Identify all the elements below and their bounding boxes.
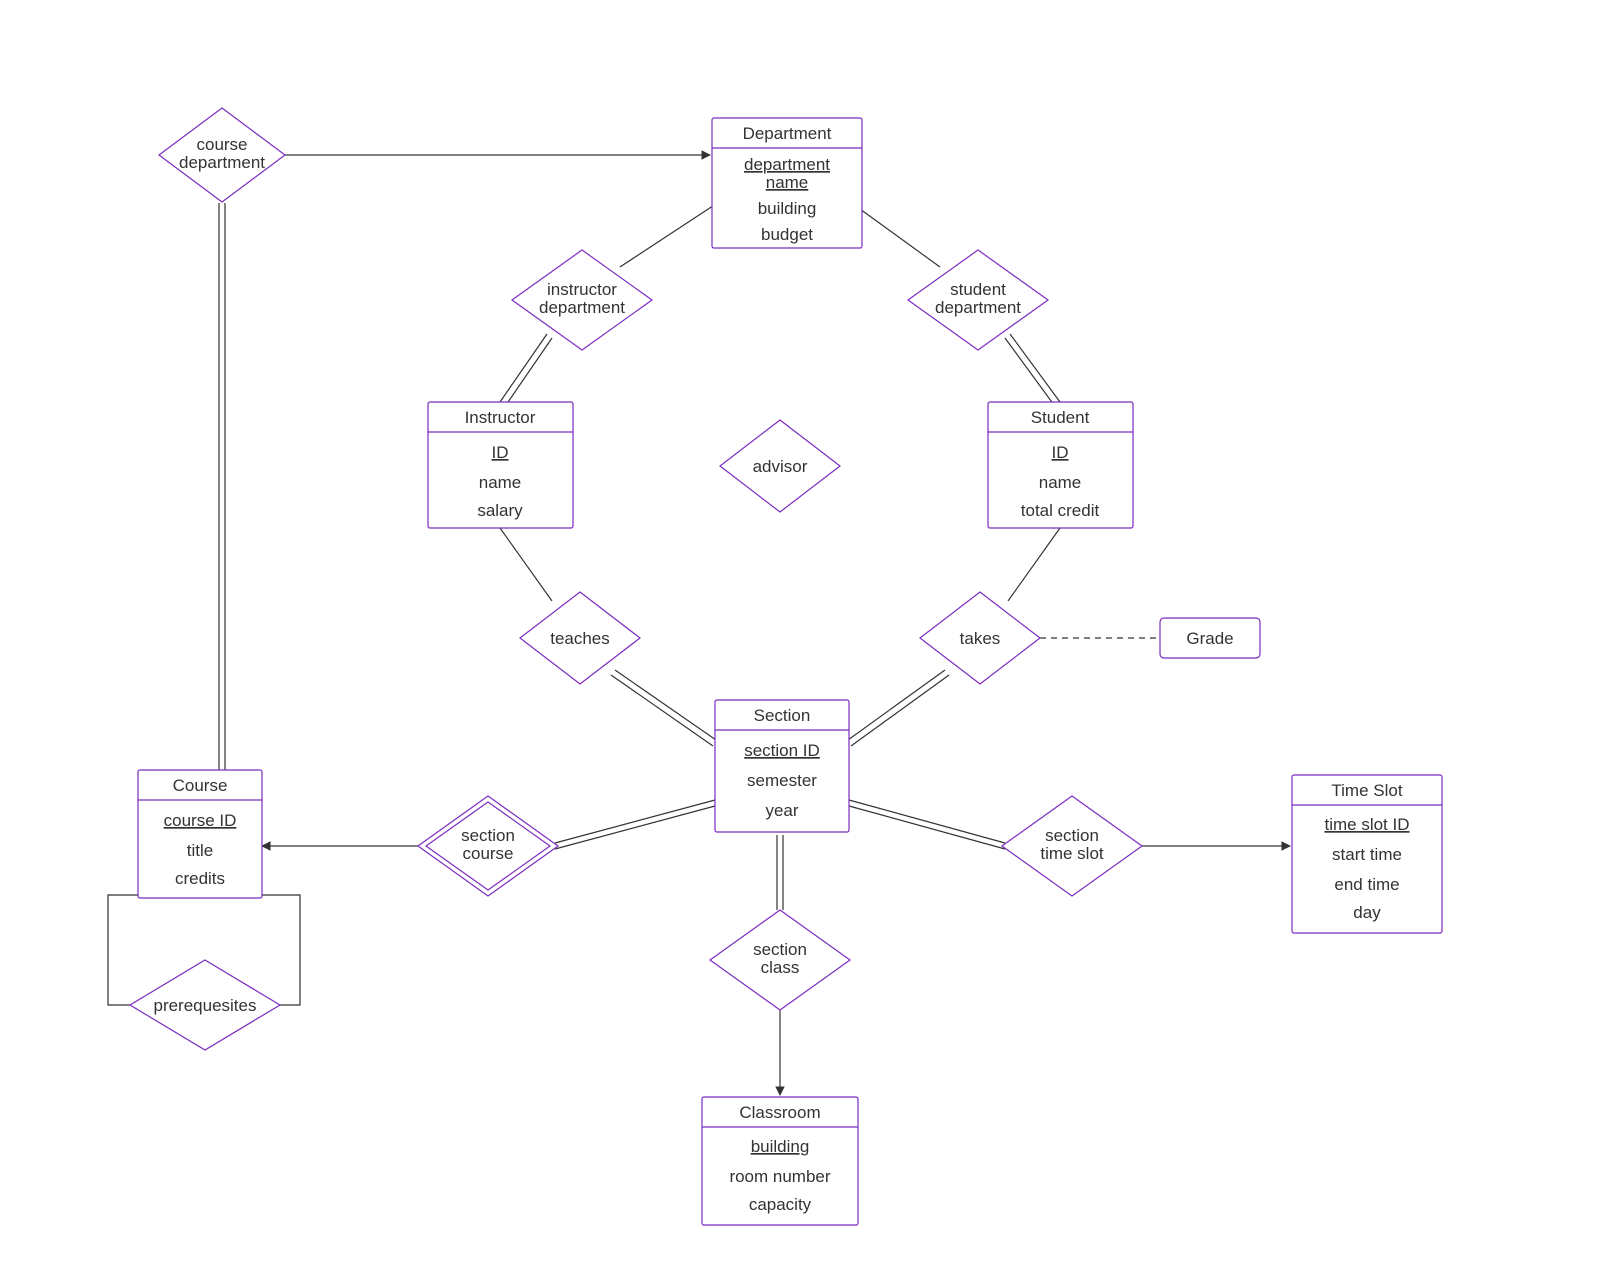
rel-course-department: course department [159, 108, 285, 202]
rel-section-class-l1: section [753, 940, 807, 959]
edge-sectime-to-section-b [849, 806, 1005, 849]
entity-timeslot: Time Slot time slot ID start time end ti… [1292, 775, 1442, 933]
entity-department-pk-line2: name [766, 173, 809, 192]
entity-instructor-pk: ID [492, 443, 509, 462]
rel-takes: takes [920, 592, 1040, 684]
entity-timeslot-title: Time Slot [1331, 781, 1402, 800]
rel-section-class: section class [710, 910, 850, 1010]
edge-seccourse-to-section-b [555, 806, 715, 849]
entity-student-attr0: name [1039, 473, 1082, 492]
rel-prerequisites-l1: prerequesites [153, 996, 256, 1015]
rel-advisor: advisor [720, 420, 840, 512]
entity-grade: Grade [1160, 618, 1260, 658]
entity-course-pk: course ID [164, 811, 237, 830]
rel-section-course-l1: section [461, 826, 515, 845]
edge-takes-to-section-b [851, 675, 949, 746]
entity-course-attr1: credits [175, 869, 225, 888]
entity-department-pk-line1: department [744, 155, 830, 174]
entity-section: Section section ID semester year [715, 700, 849, 832]
rel-section-class-l2: class [761, 958, 800, 977]
edge-sectime-to-section-a [849, 800, 1005, 843]
edge-stud-dept-to-student-b [1005, 338, 1054, 405]
rel-course-department-l1: course [196, 135, 247, 154]
entity-classroom-attr1: capacity [749, 1195, 812, 1214]
entity-course-title: Course [173, 776, 228, 795]
entity-student-title: Student [1031, 408, 1090, 427]
entity-classroom-attr0: room number [729, 1167, 830, 1186]
rel-advisor-l1: advisor [753, 457, 808, 476]
entity-classroom: Classroom building room number capacity [702, 1097, 858, 1225]
edge-prereq-right [255, 895, 300, 1005]
edge-takes-to-student [1008, 528, 1060, 601]
edge-teaches-to-section-b [611, 675, 713, 746]
entity-student-attr1: total credit [1021, 501, 1100, 520]
entity-course: Course course ID title credits [138, 770, 262, 898]
rel-takes-l1: takes [960, 629, 1001, 648]
rel-instructor-department: instructor department [512, 250, 652, 350]
edge-teaches-to-instructor [500, 528, 552, 601]
entity-course-attr0: title [187, 841, 213, 860]
entity-instructor-attr0: name [479, 473, 522, 492]
entity-instructor: Instructor ID name salary [428, 402, 573, 528]
entity-instructor-title: Instructor [465, 408, 536, 427]
entity-section-title: Section [754, 706, 811, 725]
rel-section-time-slot-l2: time slot [1040, 844, 1104, 863]
entity-classroom-title: Classroom [739, 1103, 820, 1122]
entity-section-attr0: semester [747, 771, 817, 790]
entity-student: Student ID name total credit [988, 402, 1133, 528]
rel-student-department-l2: department [935, 298, 1021, 317]
entity-timeslot-pk: time slot ID [1324, 815, 1409, 834]
rel-teaches-l1: teaches [550, 629, 610, 648]
rel-course-department-l2: department [179, 153, 265, 172]
entity-department-attr0: building [758, 199, 817, 218]
edge-takes-to-section-a [848, 670, 945, 740]
entity-timeslot-attr0: start time [1332, 845, 1402, 864]
rel-section-time-slot-l1: section [1045, 826, 1099, 845]
rel-section-course-l2: course [462, 844, 513, 863]
edge-teaches-to-section-a [615, 670, 716, 740]
entity-department-attr1: budget [761, 225, 813, 244]
entity-section-pk: section ID [744, 741, 820, 760]
rel-section-course: section course [418, 796, 558, 896]
rel-prerequisites: prerequesites [130, 960, 280, 1050]
rel-section-time-slot: section time slot [1002, 796, 1142, 896]
edge-stud-dept-to-student-a [1010, 334, 1060, 402]
entity-student-pk: ID [1052, 443, 1069, 462]
rel-teaches: teaches [520, 592, 640, 684]
edge-instr-dept-to-instructor-a [500, 334, 547, 402]
entity-grade-title: Grade [1186, 629, 1233, 648]
entity-section-attr1: year [765, 801, 798, 820]
edge-seccourse-to-section-a [555, 800, 715, 843]
entity-timeslot-attr1: end time [1334, 875, 1399, 894]
entity-timeslot-attr2: day [1353, 903, 1381, 922]
rel-student-department-l1: student [950, 280, 1006, 299]
rel-instructor-department-l1: instructor [547, 280, 617, 299]
entity-department-title: Department [743, 124, 832, 143]
edge-prereq-left [108, 895, 155, 1005]
entity-instructor-attr1: salary [477, 501, 523, 520]
rel-student-department: student department [908, 250, 1048, 350]
rel-instructor-department-l2: department [539, 298, 625, 317]
entity-classroom-pk: building [751, 1137, 810, 1156]
edge-instr-dept-to-instructor-b [506, 338, 552, 405]
